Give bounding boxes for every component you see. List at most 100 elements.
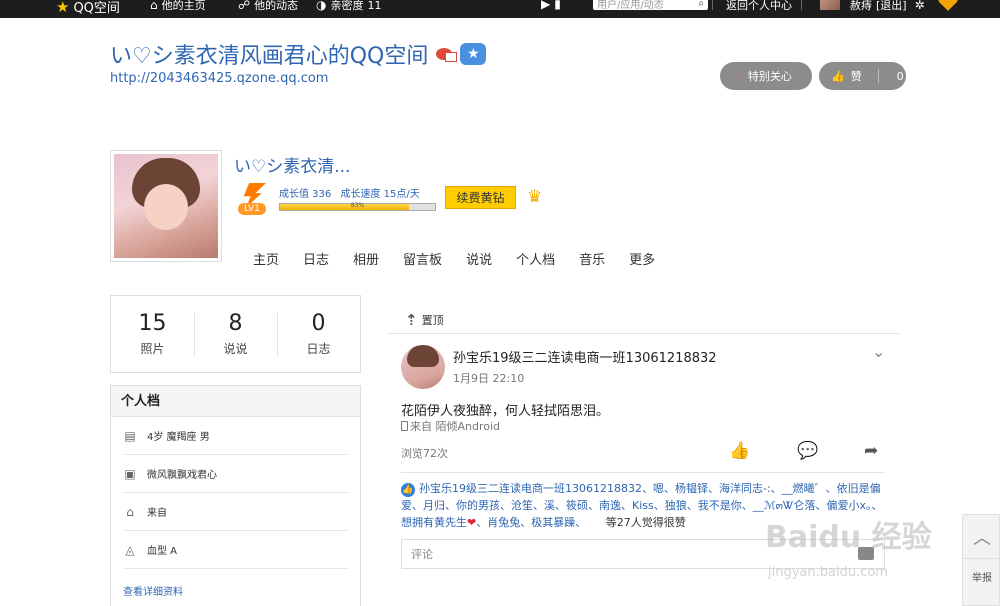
special-care-button[interactable]: ♡ 特别关心 — [720, 62, 812, 90]
tomato-icon[interactable] — [436, 48, 458, 62]
baidu-watermark: Baidu 经验 — [765, 520, 932, 555]
search-input[interactable]: 用户/应用/动态 ⌕ — [593, 0, 708, 11]
gear-icon[interactable]: ✲ — [915, 0, 925, 12]
play-icon[interactable]: ▶ — [541, 0, 550, 11]
like-button[interactable]: 👍 — [729, 441, 750, 461]
like-circle-icon: 👍 — [401, 483, 415, 497]
stat-blogs[interactable]: 0 日志 — [277, 296, 360, 372]
affinity-link[interactable]: ◑ 亲密度 11 — [316, 0, 381, 13]
tab-moments[interactable]: 说说 — [466, 249, 492, 268]
growth-speed: 成长速度 15点/天 — [340, 189, 420, 200]
tab-home[interactable]: 主页 — [253, 249, 279, 268]
avatar-image — [114, 154, 218, 258]
chevron-down-icon[interactable]: ⌄ — [872, 342, 885, 361]
stat-number: 8 — [228, 311, 243, 336]
user-avatar[interactable] — [820, 0, 840, 10]
tab-more[interactable]: 更多 — [629, 249, 655, 268]
level-badge[interactable]: LV1 — [234, 183, 270, 215]
logout-link[interactable]: [退出] — [876, 0, 907, 13]
user-menu[interactable]: 赦痔 [退出] ✲ — [850, 0, 925, 13]
his-feeds-link[interactable]: ☍ 他的动态 — [238, 0, 298, 13]
growth-progress-text: 83% — [350, 202, 365, 209]
profile-row-blood: ◬ 血型 A — [123, 531, 349, 569]
growth-info: 成长值 336 成长速度 15点/天 — [279, 185, 420, 200]
player-controls[interactable]: ▶ ▮ — [541, 0, 561, 11]
search-placeholder: 用户/应用/动态 — [597, 0, 664, 11]
stat-label: 说说 — [223, 342, 248, 356]
post-time: 1月9日 22:10 — [453, 372, 525, 385]
profile-row-job: ▣ 微风飘飘戏君心 — [123, 455, 349, 493]
comment-button[interactable]: 💬 — [797, 441, 818, 461]
brand-link[interactable]: ★ QQ空间 — [56, 0, 120, 16]
id-card-icon: ▤ — [124, 428, 136, 443]
nickname[interactable]: い♡シ素衣清... — [234, 152, 350, 177]
back-to-center-label: 返回个人中心 — [726, 0, 792, 12]
tab-profile[interactable]: 个人档 — [516, 249, 555, 268]
space-title-row: い♡シ素衣清风画君心的QQ空间 ★ — [110, 38, 487, 70]
stat-label: 照片 — [140, 342, 165, 356]
pinned-header: ⇡ 置顶 — [387, 306, 899, 334]
crown-icon[interactable]: ♛ — [527, 187, 542, 207]
tab-blog[interactable]: 日志 — [303, 249, 329, 268]
pin-label: 置顶 — [421, 313, 444, 327]
post-source-label[interactable]: 来自 陌倾Android — [410, 418, 500, 434]
share-button[interactable]: ➦ — [864, 441, 878, 461]
profile-row-text: 来自 — [147, 508, 167, 519]
level-label: LV1 — [238, 203, 266, 215]
heart-icon: ♡ — [732, 69, 742, 83]
back-to-top-button[interactable]: ︿ — [963, 515, 1000, 559]
affinity-icon: ◑ — [316, 0, 327, 12]
tab-message-board[interactable]: 留言板 — [403, 249, 442, 268]
like-count: 0 — [896, 69, 904, 83]
star-badge-icon[interactable]: ★ — [460, 43, 487, 65]
user-name[interactable]: 赦痔 — [850, 0, 872, 13]
tab-album[interactable]: 相册 — [353, 249, 379, 268]
comment-placeholder: 评论 — [411, 548, 433, 561]
back-to-center-link[interactable]: 返回个人中心 — [726, 0, 792, 13]
profile-row-age: ▤ 4岁 魔羯座 男 — [123, 417, 349, 455]
stat-number: 15 — [138, 311, 167, 336]
his-home-link[interactable]: ⌂ 他的主页 — [150, 0, 206, 13]
post-author-avatar[interactable] — [401, 345, 445, 389]
baidu-watermark-url: jingyan.baidu.com — [768, 565, 888, 580]
tab-music[interactable]: 音乐 — [579, 249, 605, 268]
profile-avatar[interactable] — [110, 150, 222, 262]
thumbs-up-icon: 👍 — [831, 69, 845, 83]
likers-total[interactable]: 等27人觉得很赞 — [606, 516, 686, 529]
post-source: 来自 陌倾Android — [401, 418, 500, 434]
search-icon[interactable]: ⌕ — [698, 0, 704, 9]
pin-top-icon: ⇡ — [405, 310, 418, 329]
signal-icon: ▮ — [554, 0, 561, 11]
space-title[interactable]: い♡シ素衣清风画君心的QQ空间 — [110, 38, 428, 70]
growth-value: 成长值 336 — [279, 189, 332, 200]
profile-row-text: 微风飘飘戏君心 — [147, 470, 217, 481]
divider — [877, 69, 879, 83]
stat-label: 日志 — [306, 342, 331, 356]
profile-row-text: 血型 A — [147, 546, 178, 557]
stat-number: 0 — [311, 311, 326, 336]
floating-toolbar: ︿ 举报 — [962, 514, 1000, 606]
affinity-label: 亲密度 — [330, 0, 364, 12]
divider — [801, 0, 802, 10]
profile-card-title: 个人档 — [111, 386, 360, 417]
view-details-link[interactable]: 查看详细资料 — [123, 583, 183, 598]
post-author[interactable]: 孙宝乐19级三二连读电商一班13061218832 — [453, 347, 717, 366]
likers-names-3[interactable]: 、肖兔兔、极其暴躁、 — [476, 516, 586, 529]
space-url[interactable]: http://2043463425.qzone.qq.com — [110, 71, 328, 86]
chevron-up-icon: ︿ — [973, 527, 991, 549]
growth-progress-bar: 83% — [279, 202, 436, 211]
like-space-button[interactable]: 👍 赞 0 — [819, 62, 906, 90]
profile-card: 个人档 ▤ 4岁 魔羯座 男 ▣ 微风飘飘戏君心 ⌂ 来自 ◬ 血型 A 查看详… — [110, 385, 361, 606]
view-count: 浏览72次 — [401, 447, 448, 460]
stat-photos[interactable]: 15 照片 — [111, 296, 194, 372]
stat-moments[interactable]: 8 说说 — [194, 296, 277, 372]
yellow-diamond-icon[interactable] — [938, 0, 958, 11]
like-label: 赞 — [850, 70, 862, 83]
space-nav: 主页 日志 相册 留言板 说说 个人档 音乐 更多 — [253, 249, 679, 268]
blood-drop-icon: ◬ — [125, 542, 135, 557]
heart-icon: ❤ — [467, 516, 477, 529]
divider — [712, 0, 713, 10]
report-button[interactable]: 举报 — [963, 569, 1000, 584]
renew-yellow-diamond-button[interactable]: 续费黄钻 — [445, 186, 516, 209]
his-feeds-label: 他的动态 — [254, 0, 299, 12]
